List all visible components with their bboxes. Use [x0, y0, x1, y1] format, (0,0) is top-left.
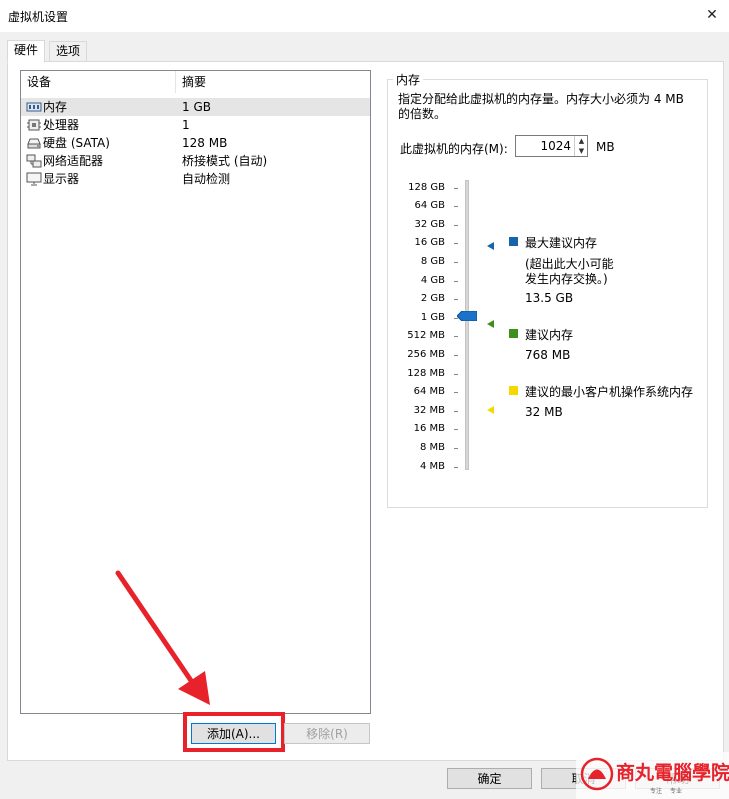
- device-name: 网络适配器: [43, 154, 104, 168]
- scale-label: 128 MB: [407, 368, 445, 379]
- add-button[interactable]: 添加(A)...: [191, 723, 276, 744]
- scale-tick: [454, 374, 458, 375]
- min-guest-memory-marker: [487, 406, 494, 414]
- scale-tick: [454, 355, 458, 356]
- close-icon: ✕: [706, 7, 718, 23]
- memory-slider-track[interactable]: [465, 180, 469, 470]
- processor-icon: [27, 119, 41, 131]
- device-row-display[interactable]: 显示器 自动检测: [21, 170, 370, 188]
- device-name: 内存: [43, 100, 68, 114]
- hard-disk-icon: [27, 138, 41, 149]
- scale-label: 512 MB: [407, 330, 445, 341]
- device-row-hard-disk[interactable]: 硬盘 (SATA) 128 MB: [21, 134, 370, 152]
- scale-label: 32 MB: [413, 405, 445, 416]
- scale-label: 8 MB: [419, 442, 445, 453]
- spin-down-button[interactable]: ▼: [574, 146, 588, 156]
- scale-label: 4 GB: [420, 275, 445, 286]
- watermark-text: 商丸電腦學院: [616, 761, 729, 784]
- scale-label: 2 GB: [420, 293, 445, 304]
- memory-input-value[interactable]: 1024: [515, 139, 571, 153]
- scale-tick: [454, 281, 458, 282]
- device-summary: 128 MB: [182, 136, 228, 150]
- scale-label: 16 GB: [414, 237, 445, 248]
- scale-tick: [454, 225, 458, 226]
- max-memory-title: 最大建议内存: [525, 236, 598, 250]
- spin-up-button[interactable]: ▲: [574, 136, 588, 146]
- chevron-up-icon: ▲: [578, 137, 585, 145]
- memory-unit: MB: [596, 140, 615, 154]
- tab-options[interactable]: 选项: [49, 41, 88, 62]
- min-guest-memory-value: 32 MB: [525, 405, 563, 419]
- tab-hardware[interactable]: 硬件: [7, 40, 46, 63]
- scale-tick: [454, 206, 458, 207]
- window-title: 虚拟机设置: [8, 10, 69, 24]
- max-memory-note-2: 发生内存交换。): [525, 272, 608, 286]
- scale-tick: [454, 392, 458, 393]
- watermark-logo: 商丸電腦學院 专注 专业: [576, 752, 729, 799]
- memory-description: 指定分配给此虚拟机的内存量。内存大小必须为 4 MB 的倍数。: [398, 92, 684, 121]
- min-guest-memory-title: 建议的最小客户机操作系统内存: [525, 385, 694, 399]
- recommended-memory-value: 768 MB: [525, 348, 571, 362]
- annotation-arrow: [115, 570, 210, 705]
- scale-label: 64 MB: [413, 386, 445, 397]
- column-header-device[interactable]: 设备: [21, 71, 176, 93]
- memory-group-title: 内存: [393, 71, 424, 88]
- scale-tick: [454, 262, 458, 263]
- scale-label: 256 MB: [407, 349, 445, 360]
- memory-icon: [26, 102, 42, 112]
- scale-tick: [454, 411, 458, 412]
- recommended-memory-marker: [487, 320, 494, 328]
- scale-label: 32 GB: [414, 219, 445, 230]
- scale-tick: [454, 336, 458, 337]
- device-name: 硬盘 (SATA): [43, 136, 110, 150]
- max-memory-swatch: [509, 237, 518, 246]
- scale-tick: [454, 467, 458, 468]
- min-guest-memory-swatch: [509, 386, 518, 395]
- scale-tick: [454, 299, 458, 300]
- device-summary: 1: [182, 118, 190, 132]
- max-memory-value: 13.5 GB: [525, 291, 574, 305]
- svg-text:专业: 专业: [670, 787, 682, 795]
- device-summary: 自动检测: [182, 172, 231, 186]
- ok-button[interactable]: 确定: [447, 768, 532, 789]
- close-button[interactable]: ✕: [700, 3, 724, 27]
- scale-label: 1 GB: [420, 312, 445, 323]
- device-summary: 1 GB: [182, 100, 211, 114]
- scale-label: 16 MB: [413, 423, 445, 434]
- column-header-summary[interactable]: 摘要: [176, 71, 370, 93]
- scale-tick: [454, 429, 458, 430]
- scale-tick: [454, 188, 458, 189]
- scale-label: 8 GB: [420, 256, 445, 267]
- device-summary: 桥接模式 (自动): [182, 154, 268, 168]
- memory-slider-thumb[interactable]: [457, 311, 477, 321]
- scale-label: 4 MB: [419, 461, 445, 472]
- device-name: 显示器: [43, 172, 80, 186]
- max-memory-note-1: (超出此大小可能: [525, 257, 614, 271]
- device-row-processor[interactable]: 处理器 1: [21, 116, 370, 134]
- device-name: 处理器: [43, 118, 80, 132]
- device-row-memory[interactable]: 内存 1 GB: [21, 98, 370, 116]
- scale-tick: [454, 243, 458, 244]
- chevron-down-icon: ▼: [578, 147, 585, 155]
- max-memory-marker: [487, 242, 494, 250]
- network-adapter-icon: [26, 154, 42, 168]
- scale-label: 128 GB: [408, 182, 445, 193]
- scale-tick: [454, 448, 458, 449]
- recommended-memory-swatch: [509, 329, 518, 338]
- display-icon: [26, 172, 42, 186]
- svg-text:专注: 专注: [650, 787, 662, 795]
- scale-label: 64 GB: [414, 200, 445, 211]
- device-row-network-adapter[interactable]: 网络适配器 桥接模式 (自动): [21, 152, 370, 170]
- memory-field-label: 此虚拟机的内存(M):: [400, 142, 508, 156]
- title-bar: [0, 0, 729, 32]
- remove-button[interactable]: 移除(R): [284, 723, 370, 744]
- recommended-memory-title: 建议内存: [525, 328, 574, 342]
